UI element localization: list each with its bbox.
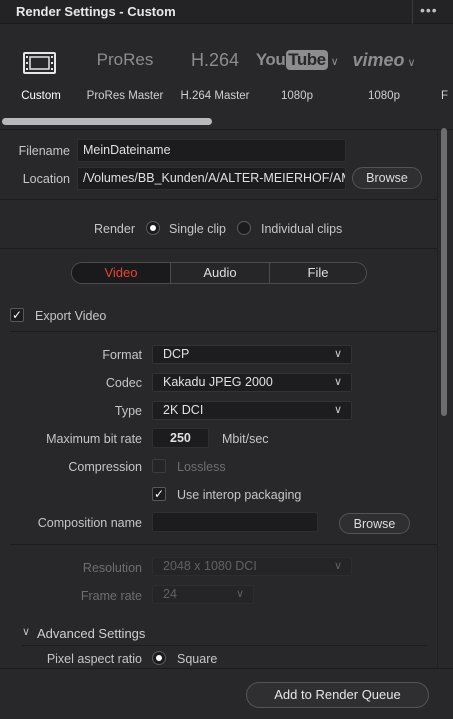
- preset-label: Custom: [21, 90, 61, 102]
- chevron-down-icon: ∨: [333, 404, 342, 416]
- interop-checkbox[interactable]: ✓: [152, 487, 166, 501]
- individual-clips-radio[interactable]: [237, 221, 251, 235]
- title-bar: Render Settings - Custom •••: [0, 0, 453, 24]
- checkmark-icon: ✓: [153, 487, 165, 501]
- chevron-down-icon: ∨: [333, 348, 342, 360]
- settings-tabs: Video Audio File: [71, 262, 367, 284]
- frame-rate-select[interactable]: 24 ∨: [152, 585, 254, 604]
- resolution-select[interactable]: 2048 x 1080 DCI ∨: [152, 557, 352, 576]
- film-strip-icon: [23, 52, 56, 74]
- type-value: 2K DCI: [163, 403, 204, 417]
- section-divider: [10, 544, 437, 545]
- codec-label: Codec: [105, 376, 142, 390]
- checkmark-icon: ✓: [11, 308, 23, 322]
- section-divider: [0, 248, 437, 249]
- max-bitrate-label: Maximum bit rate: [46, 432, 142, 446]
- prores-logo: ProRes: [96, 50, 154, 69]
- location-input[interactable]: /Volumes/BB_Kunden/A/ALTER-MEIERHOF/AME: [77, 167, 346, 190]
- individual-clips-label[interactable]: Individual clips: [261, 222, 342, 236]
- preset-strip: Custom ProRes ProRes Master H.264 H.264 …: [0, 24, 453, 130]
- scroll-track: [437, 130, 438, 668]
- export-video-label[interactable]: Export Video: [35, 309, 106, 323]
- pixel-aspect-ratio-label: Pixel aspect ratio: [46, 652, 142, 666]
- section-divider: [22, 645, 427, 646]
- vimeo-logo: vimeo ∨: [352, 50, 416, 70]
- single-clip-radio[interactable]: [146, 221, 160, 235]
- preset-label: ProRes Master: [86, 90, 164, 102]
- chevron-down-icon: ∨: [330, 56, 339, 68]
- preset-prores-master[interactable]: ProRes ProRes Master: [80, 24, 170, 114]
- preset-h264-master[interactable]: H.264 H.264 Master: [170, 24, 260, 114]
- composition-name-input[interactable]: [152, 512, 318, 532]
- section-divider: [0, 199, 437, 200]
- codec-select[interactable]: Kakadu JPEG 2000 ∨: [152, 373, 352, 392]
- window-title: Render Settings - Custom: [16, 4, 176, 19]
- chevron-down-icon: ∨: [407, 57, 416, 69]
- chevron-down-icon[interactable]: ∨: [22, 625, 30, 638]
- preset-youtube-1080p[interactable]: You Tube ∨ 1080p: [252, 24, 342, 114]
- h264-logo: H.264: [190, 50, 240, 70]
- filename-label: Filename: [18, 144, 70, 158]
- preset-partial[interactable]: F: [441, 24, 453, 114]
- compression-label: Compression: [68, 460, 142, 474]
- type-label: Type: [114, 404, 142, 418]
- pixel-aspect-square-radio[interactable]: [152, 651, 166, 665]
- interop-label[interactable]: Use interop packaging: [177, 488, 301, 502]
- preset-label: 1080p: [281, 90, 313, 102]
- youtube-logo-you: You: [255, 50, 286, 69]
- advanced-settings-toggle[interactable]: Advanced Settings: [37, 626, 145, 641]
- preset-custom[interactable]: Custom: [0, 24, 86, 114]
- format-select[interactable]: DCP ∨: [152, 345, 352, 364]
- location-browse-button[interactable]: Browse: [352, 167, 422, 189]
- render-label: Render: [94, 222, 135, 236]
- preset-label: 1080p: [368, 90, 400, 102]
- add-to-render-queue-button[interactable]: Add to Render Queue: [246, 682, 429, 708]
- resolution-value: 2048 x 1080 DCI: [163, 559, 257, 573]
- youtube-logo-tube: Tube: [286, 50, 328, 70]
- tab-file[interactable]: File: [270, 263, 366, 283]
- export-video-checkbox[interactable]: ✓: [10, 308, 24, 322]
- lossless-checkbox[interactable]: [152, 459, 166, 473]
- title-divider: [412, 0, 413, 24]
- preset-label: H.264 Master: [180, 90, 250, 102]
- bitrate-unit-label: Mbit/sec: [222, 432, 269, 446]
- lossless-label: Lossless: [177, 460, 226, 474]
- section-divider: [10, 331, 437, 332]
- preset-horizontal-scrollbar[interactable]: [2, 118, 212, 125]
- chevron-down-icon: ∨: [235, 588, 244, 600]
- chevron-down-icon: ∨: [333, 376, 342, 388]
- chevron-down-icon: ∨: [333, 560, 342, 572]
- location-label: Location: [22, 172, 70, 186]
- codec-value: Kakadu JPEG 2000: [163, 375, 273, 389]
- filename-input[interactable]: MeinDateiname: [77, 139, 346, 162]
- max-bitrate-input[interactable]: 250: [152, 428, 209, 448]
- youtube-logo: You Tube ∨: [252, 50, 342, 70]
- pixel-aspect-square-label[interactable]: Square: [177, 652, 217, 666]
- more-dots-icon[interactable]: •••: [420, 2, 438, 18]
- single-clip-label[interactable]: Single clip: [169, 222, 226, 236]
- type-select[interactable]: 2K DCI ∨: [152, 401, 352, 420]
- preset-vimeo-1080p[interactable]: vimeo ∨ 1080p: [339, 24, 429, 114]
- frame-rate-value: 24: [163, 587, 177, 601]
- composition-browse-button[interactable]: Browse: [339, 513, 410, 534]
- resolution-label: Resolution: [82, 561, 142, 575]
- footer: Add to Render Queue: [0, 668, 453, 719]
- tab-audio[interactable]: Audio: [171, 263, 269, 283]
- format-label: Format: [102, 348, 142, 362]
- vertical-scrollbar[interactable]: [441, 128, 447, 416]
- format-value: DCP: [163, 347, 190, 361]
- preset-label: F: [441, 90, 449, 102]
- composition-name-label: Composition name: [37, 516, 142, 530]
- frame-rate-label: Frame rate: [80, 589, 142, 603]
- tab-video[interactable]: Video: [72, 263, 170, 283]
